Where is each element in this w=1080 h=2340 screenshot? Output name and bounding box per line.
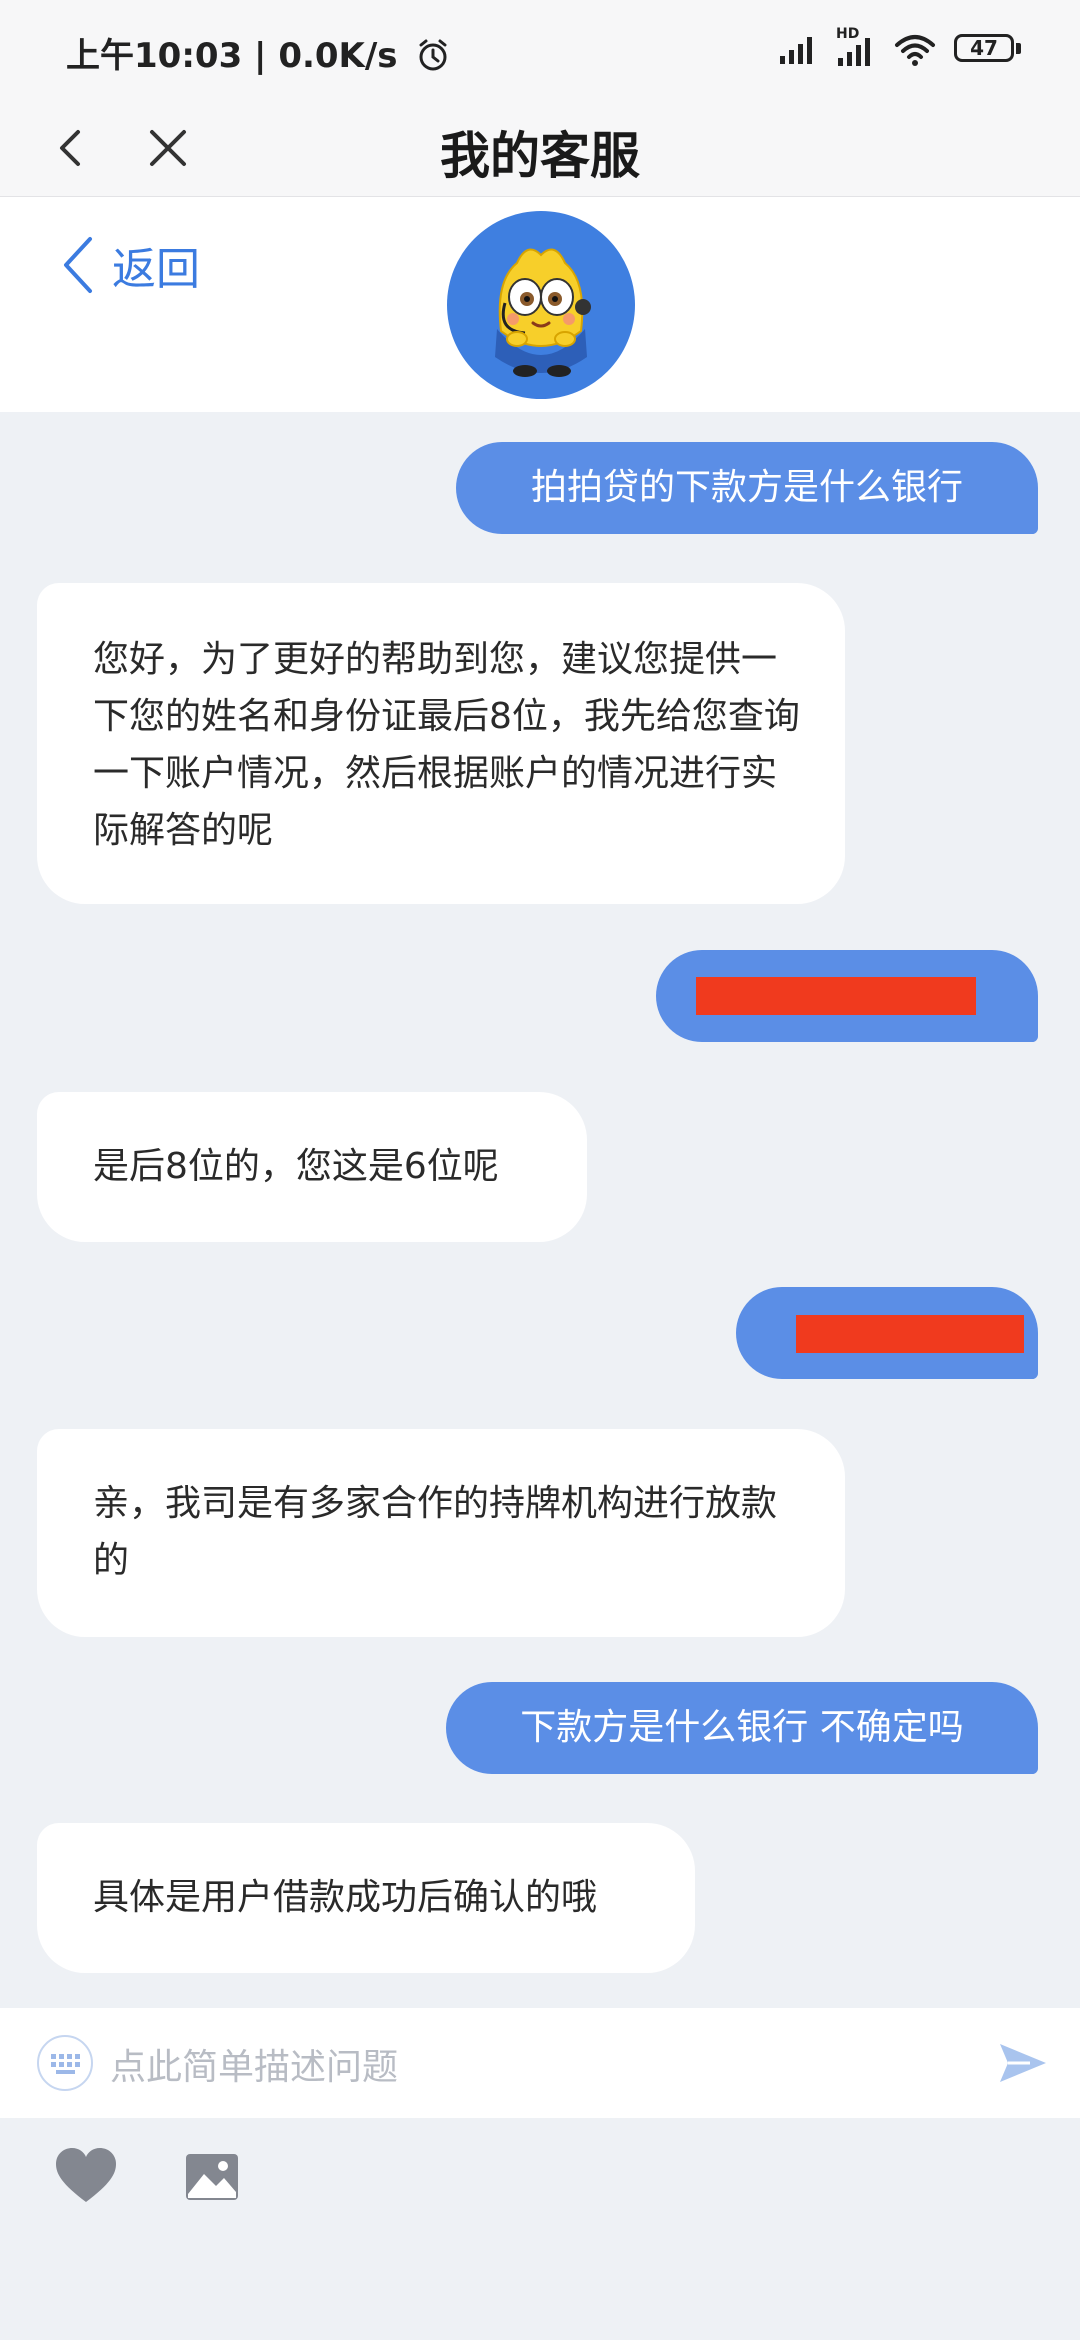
- message-input[interactable]: 点此简单描述问题: [110, 2038, 398, 2090]
- bottom-toolbar: [0, 2118, 1080, 2340]
- message-agent-2: 是后8位的，您这是6位呢: [37, 1092, 587, 1242]
- battery-level: 47: [970, 36, 998, 60]
- message-text: 拍拍贷的下款方是什么银行: [530, 467, 963, 508]
- wifi-icon: [895, 35, 935, 66]
- send-icon: [1000, 2044, 1046, 2082]
- message-agent-1: 您好，为了更好的帮助到您，建议您提供一下您的姓名和身份证最后8位，我先给您查询一…: [37, 583, 845, 904]
- message-text: 亲，我司是有多家合作的持牌机构进行放款的: [93, 1483, 778, 1581]
- chat-header: 返回: [0, 197, 1080, 412]
- keyboard-toggle-button[interactable]: [36, 2034, 94, 2092]
- message-user-4: 下款方是什么银行 不确定吗: [446, 1682, 1038, 1774]
- input-bar: 点此简单描述问题: [0, 2008, 1080, 2118]
- signal-hd-icon: HD: [836, 26, 876, 68]
- return-chevron-icon: [64, 237, 92, 293]
- send-button[interactable]: [996, 2038, 1050, 2088]
- input-placeholder: 点此简单描述问题: [110, 2047, 399, 2088]
- status-icons: HD 47: [778, 26, 1024, 70]
- image-upload-button[interactable]: [184, 2152, 240, 2202]
- nav-bar: 我的客服: [0, 98, 1080, 197]
- alarm-clock-icon: [419, 39, 447, 71]
- message-text: 下款方是什么银行 不确定吗: [520, 1707, 964, 1748]
- image-icon: [186, 2154, 238, 2200]
- battery-icon: 47: [954, 34, 1024, 66]
- heart-icon: [56, 2148, 116, 2202]
- signal-icon: [780, 37, 812, 64]
- message-text: 具体是用户借款成功后确认的哦: [93, 1877, 598, 1918]
- return-link[interactable]: 返回: [60, 233, 200, 297]
- redaction-block: [796, 1315, 1024, 1353]
- message-user-2: [656, 950, 1038, 1042]
- message-user-1: 拍拍贷的下款方是什么银行: [456, 442, 1038, 534]
- status-time-text: 上午10:03 | 0.0K/s: [66, 36, 398, 76]
- status-bar: 上午10:03 | 0.0K/s HD 47: [0, 0, 1080, 98]
- return-label: 返回: [112, 244, 200, 295]
- favorite-button[interactable]: [54, 2146, 118, 2206]
- mascot-avatar: [447, 211, 635, 399]
- keyboard-icon: [37, 2035, 93, 2091]
- status-time-speed: 上午10:03 | 0.0K/s: [66, 28, 451, 77]
- message-text: 您好，为了更好的帮助到您，建议您提供一下您的姓名和身份证最后8位，我先给您查询一…: [93, 639, 800, 851]
- message-agent-3: 亲，我司是有多家合作的持牌机构进行放款的: [37, 1429, 845, 1637]
- page-title: 我的客服: [440, 127, 640, 185]
- redaction-block: [696, 977, 976, 1015]
- message-text: 是后8位的，您这是6位呢: [93, 1146, 499, 1187]
- message-agent-4: 具体是用户借款成功后确认的哦: [37, 1823, 695, 1973]
- message-user-3: [736, 1287, 1038, 1379]
